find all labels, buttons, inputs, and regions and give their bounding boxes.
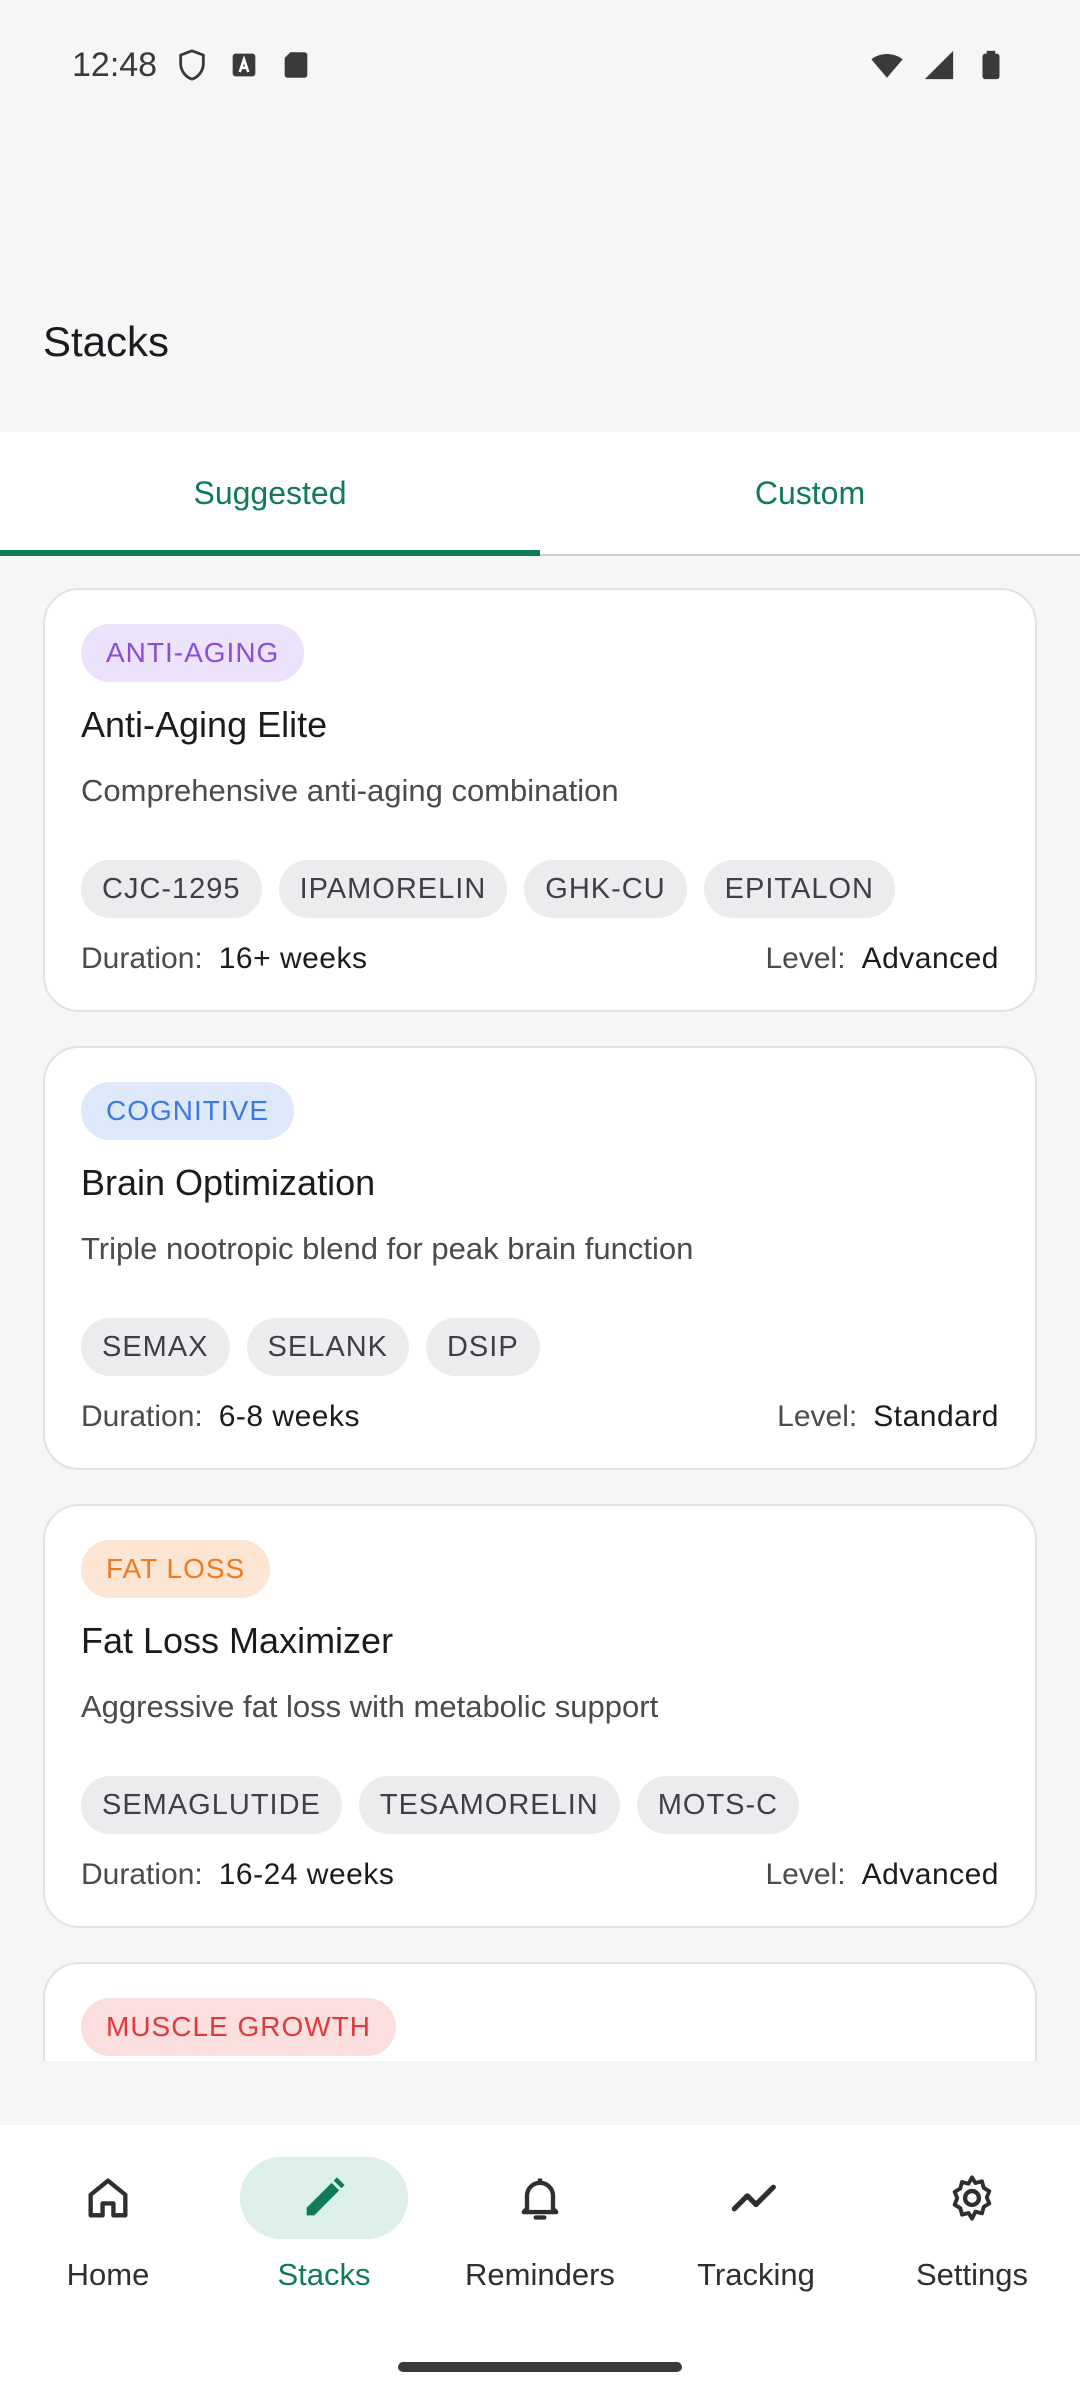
peptide-chip: TESAMORELIN [358,1776,620,1834]
nav-settings[interactable]: Settings [864,2157,1080,2400]
nav-label: Home [66,2257,150,2292]
nav-home[interactable]: Home [0,2157,216,2400]
stack-name: Fat Loss Maximizer [81,1620,394,1661]
peptide-chip: EPITALON [703,860,895,918]
battery-icon [982,50,1000,80]
stack-name: Brain Optimization [81,1162,376,1203]
status-bar: 12:48 [0,0,1080,130]
duration-value: 16-24 weeks [218,1858,395,1891]
category-badge: FAT LOSS [81,1540,271,1598]
peptide-chip: IPAMORELIN [278,860,508,918]
tab-suggested[interactable]: Suggested [0,432,540,556]
sd-card-icon [284,52,308,78]
duration-label: Duration: [81,1400,203,1433]
peptide-chip: DSIP [425,1318,540,1376]
peptide-chips: SEMAGLUTIDE TESAMORELIN MOTS-C [81,1776,800,1834]
category-badge: COGNITIVE [81,1082,295,1140]
peptide-chip: SEMAGLUTIDE [81,1776,342,1834]
peptide-chips: CJC-1295 IPAMORELIN GHK-CU EPITALON [81,860,895,918]
nav-label: Stacks [277,2257,371,2292]
level-value: Standard [873,1400,999,1433]
peptide-chips: SEMAX SELANK DSIP [81,1318,540,1376]
stack-meta: Duration: 16-24 weeks Level: Advanced [81,1858,999,1892]
peptide-chip: GHK-CU [524,860,687,918]
stack-list[interactable]: ANTI-AGING Anti-Aging Elite Comprehensiv… [0,556,1080,2061]
level-label: Level: [765,942,846,975]
peptide-chip: MOTS-C [636,1776,800,1834]
stack-card[interactable]: FAT LOSS Fat Loss Maximizer Aggressive f… [43,1504,1037,1928]
gesture-home-bar[interactable] [398,2362,682,2372]
peptide-chip: SEMAX [81,1318,230,1376]
shield-icon [179,49,205,81]
wifi-icon [871,54,903,78]
page-title: Stacks [43,318,170,365]
stack-description: Triple nootropic blend for peak brain fu… [81,1231,694,1266]
duration-label: Duration: [81,1858,203,1891]
status-time: 12:48 [72,45,158,84]
stack-meta: Duration: 16+ weeks Level: Advanced [81,942,999,976]
level-value: Advanced [861,942,999,975]
category-badge: MUSCLE GROWTH [81,1998,396,2056]
signal-icon [924,50,954,80]
trend-icon [731,2184,776,2212]
tab-bar: Suggested Custom [0,432,1080,556]
level-label: Level: [777,1400,858,1433]
level-value: Advanced [861,1858,999,1891]
stack-description: Comprehensive anti-aging combination [81,773,619,808]
tab-custom[interactable]: Custom [540,432,1080,554]
duration-value: 6-8 weeks [218,1400,360,1433]
stack-card[interactable]: COGNITIVE Brain Optimization Triple noot… [43,1046,1037,1470]
level-label: Level: [765,1858,846,1891]
pencil-icon [306,2177,345,2216]
stack-card[interactable]: ANTI-AGING Anti-Aging Elite Comprehensiv… [43,588,1037,1012]
gear-icon [952,2175,992,2221]
home-icon [88,2178,128,2218]
category-badge: ANTI-AGING [81,624,305,682]
nav-label: Reminders [465,2257,615,2292]
font-icon [232,53,256,77]
peptide-chip: CJC-1295 [81,860,262,918]
nav-label: Tracking [697,2257,815,2292]
duration-value: 16+ weeks [218,942,368,975]
stack-description: Aggressive fat loss with metabolic suppo… [81,1689,659,1724]
bottom-navigation: Home Stacks Reminders Tracking Settings [0,2125,1080,2400]
stack-name: Anti-Aging Elite [81,704,328,745]
stack-meta: Duration: 6-8 weeks Level: Standard [81,1400,999,1434]
bell-icon [521,2178,559,2220]
peptide-chip: SELANK [246,1318,409,1376]
nav-label: Settings [915,2257,1028,2292]
stack-card[interactable]: MUSCLE GROWTH [43,1962,1037,2061]
duration-label: Duration: [81,942,203,975]
